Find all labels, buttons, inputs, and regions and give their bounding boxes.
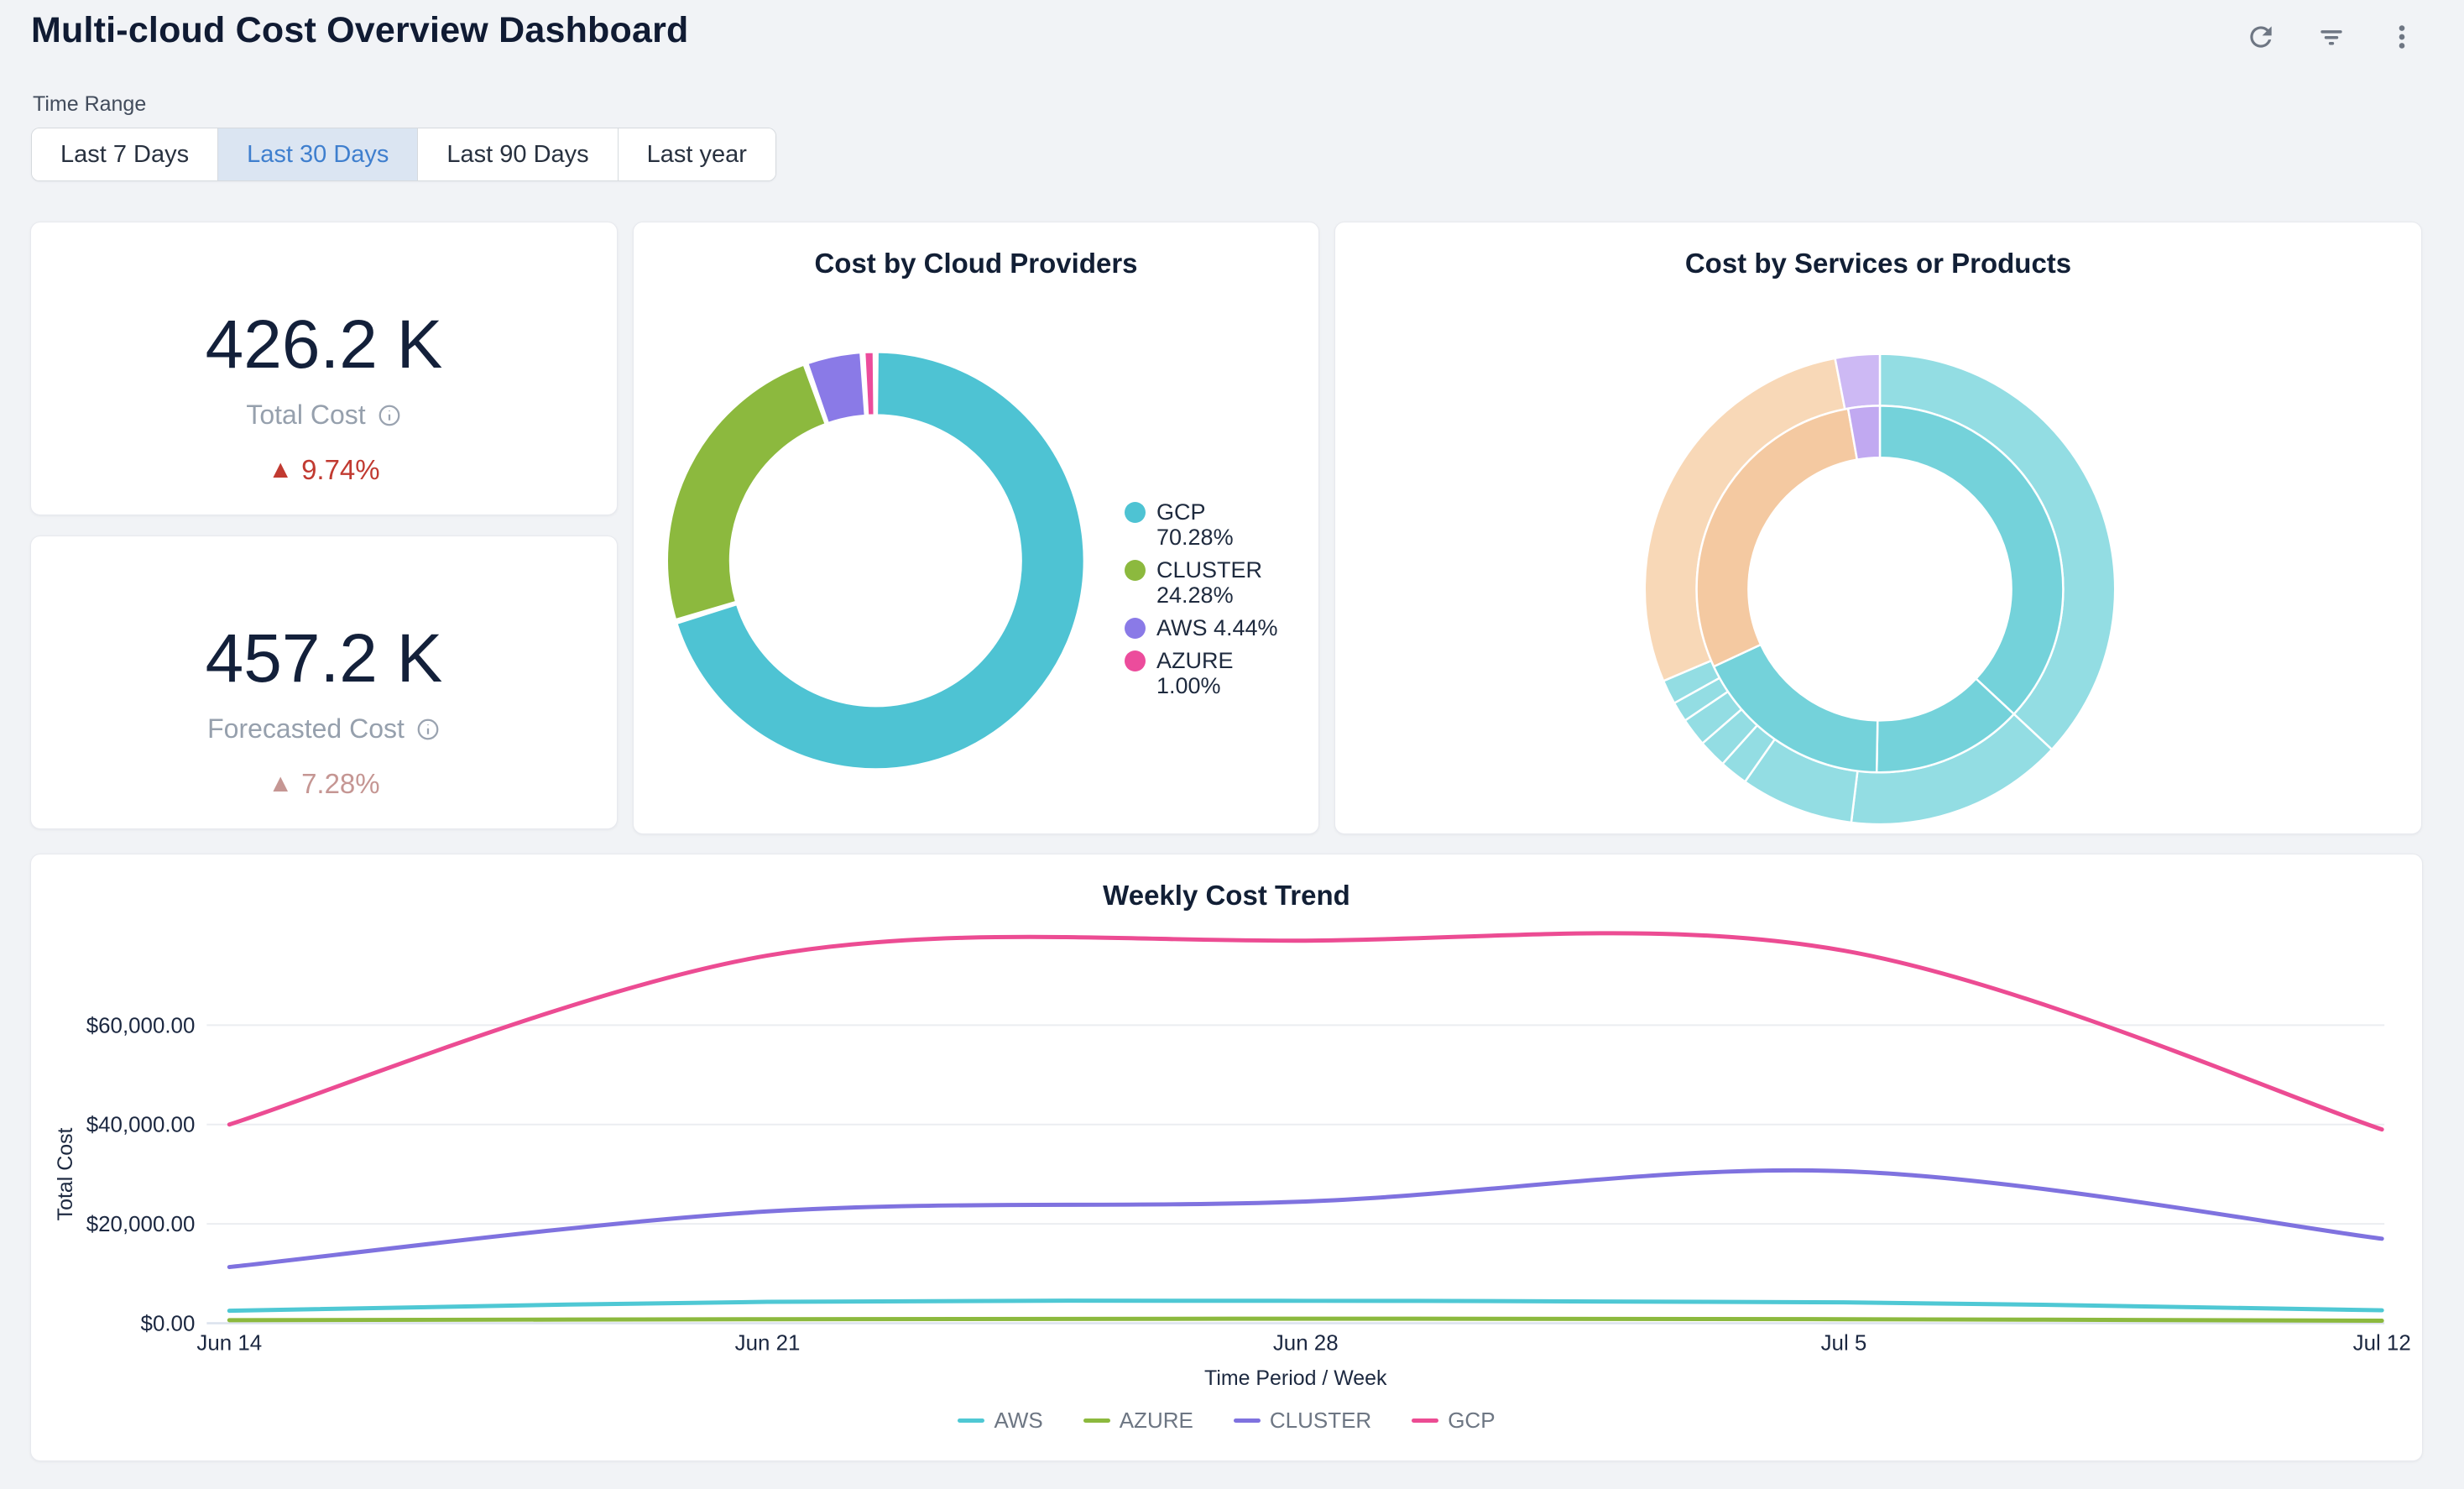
trend-legend-swatch [958, 1418, 984, 1423]
forecasted-cost-delta: ▲ 7.28% [268, 768, 379, 800]
legend-label: AZURE 1.00% [1156, 648, 1288, 698]
time-range-option-last-7-days[interactable]: Last 7 Days [32, 128, 217, 180]
trend-legend-swatch [1234, 1418, 1261, 1423]
total-cost-value: 426.2 K [206, 309, 443, 381]
x-axis-tick-label: Jun 28 [1273, 1331, 1339, 1355]
kpi-card-total-cost: 426.2 K Total Cost ▲ 9.74% [30, 222, 618, 515]
donut-slice-azure[interactable] [864, 353, 874, 415]
forecasted-cost-value: 457.2 K [206, 623, 443, 695]
services-chart-card: Cost by Services or Products [1334, 222, 2422, 834]
refresh-icon [2245, 21, 2277, 53]
total-cost-label: Total Cost [246, 400, 401, 431]
forecasted-cost-label: Forecasted Cost [207, 713, 441, 744]
trend-legend-item-cluster[interactable]: CLUSTER [1234, 1408, 1371, 1434]
info-icon[interactable] [415, 717, 441, 742]
trend-legend-swatch [1083, 1418, 1110, 1423]
page-title: Multi-cloud Cost Overview Dashboard [31, 10, 689, 51]
legend-label: CLUSTER 24.28% [1156, 557, 1288, 608]
weekly-cost-trend-chart[interactable]: $0.00 $20,000.00 $40,000.00 $60,000.00 Jun 1… [31, 854, 2422, 1460]
trend-chart-title: Weekly Cost Trend [31, 854, 2422, 912]
x-axis-tick-label: Jun 21 [735, 1331, 801, 1355]
trend-gridlines [206, 1025, 2384, 1323]
refresh-button[interactable] [2244, 20, 2278, 54]
top-cards-row: 426.2 K Total Cost ▲ 9.74% 457.2 K Forec… [30, 222, 2423, 834]
legend-dot [1125, 560, 1146, 581]
kpi-card-forecasted-cost: 457.2 K Forecasted Cost ▲ 7.28% [30, 536, 618, 829]
providers-chart-card: Cost by Cloud Providers GCP 70.28%CLUSTE… [633, 222, 1319, 834]
y-axis-tick-label: $40,000.00 [86, 1114, 196, 1137]
trend-legend-label: AZURE [1120, 1408, 1193, 1434]
providers-chart-legend: GCP 70.28% CLUSTER 24.28% AWS 4.44% AZURE 1… [1125, 499, 1288, 698]
trend-legend-swatch [1412, 1418, 1438, 1423]
trend-chart-card: Weekly Cost Trend $0.00 $20,000.00 $40,000… [30, 854, 2423, 1461]
info-icon[interactable] [377, 403, 402, 428]
time-range-option-last-30-days[interactable]: Last 30 Days [217, 128, 417, 180]
trend-legend-item-aws[interactable]: AWS [958, 1408, 1042, 1434]
header-actions [2244, 20, 2419, 54]
delta-up-icon: ▲ [268, 456, 293, 484]
time-range-group: Last 7 DaysLast 30 DaysLast 90 DaysLast … [31, 128, 776, 181]
y-axis-title: Total Cost [54, 1127, 77, 1220]
legend-item-gcp[interactable]: GCP 70.28% [1125, 499, 1288, 550]
trend-line-cluster[interactable] [229, 1170, 2382, 1267]
total-cost-delta: ▲ 9.74% [268, 454, 379, 486]
x-axis-title: Time Period / Week [1204, 1366, 1387, 1390]
legend-dot [1125, 618, 1146, 639]
trend-line-gcp[interactable] [229, 933, 2382, 1130]
y-axis-tick-label: $20,000.00 [86, 1213, 196, 1236]
delta-up-icon: ▲ [268, 770, 293, 798]
trend-legend-label: GCP [1448, 1408, 1495, 1434]
y-axis-tick-label: $60,000.00 [86, 1014, 196, 1037]
donut-slice-cluster[interactable] [667, 365, 825, 619]
trend-legend-item-azure[interactable]: AZURE [1083, 1408, 1193, 1434]
dashboard-page: Multi-cloud Cost Overview Dashboard Time… [0, 0, 2464, 1489]
legend-item-aws[interactable]: AWS 4.44% [1125, 615, 1288, 640]
time-range-option-last-year[interactable]: Last year [618, 128, 775, 180]
y-axis-tick-label: $0.00 [141, 1312, 196, 1335]
kebab-menu-icon [2386, 21, 2418, 53]
x-axis-tick-label: Jul 5 [1821, 1331, 1867, 1355]
legend-item-azure[interactable]: AZURE 1.00% [1125, 648, 1288, 698]
trend-chart-legend: AWS AZURE CLUSTER GCP [31, 1408, 2422, 1434]
trend-legend-label: AWS [994, 1408, 1042, 1434]
filter-button[interactable] [2315, 20, 2348, 54]
legend-dot [1125, 650, 1146, 671]
filter-icon [2315, 21, 2347, 53]
legend-item-cluster[interactable]: CLUSTER 24.28% [1125, 557, 1288, 608]
kpi-column: 426.2 K Total Cost ▲ 9.74% 457.2 K Forec… [30, 222, 618, 829]
legend-dot [1125, 502, 1146, 523]
more-menu-button[interactable] [2385, 20, 2419, 54]
legend-label: AWS 4.44% [1156, 615, 1278, 640]
x-axis-tick-label: Jun 14 [196, 1331, 262, 1355]
time-range-label: Time Range [33, 92, 146, 117]
legend-label: GCP 70.28% [1156, 499, 1288, 550]
trend-legend-label: CLUSTER [1270, 1408, 1371, 1434]
trend-line-aws[interactable] [229, 1301, 2382, 1311]
trend-legend-item-gcp[interactable]: GCP [1412, 1408, 1495, 1434]
time-range-option-last-90-days[interactable]: Last 90 Days [417, 128, 617, 180]
trend-line-azure[interactable] [229, 1319, 2382, 1320]
x-axis-tick-label: Jul 12 [2353, 1331, 2411, 1355]
services-sunburst-chart[interactable] [1335, 222, 2421, 833]
